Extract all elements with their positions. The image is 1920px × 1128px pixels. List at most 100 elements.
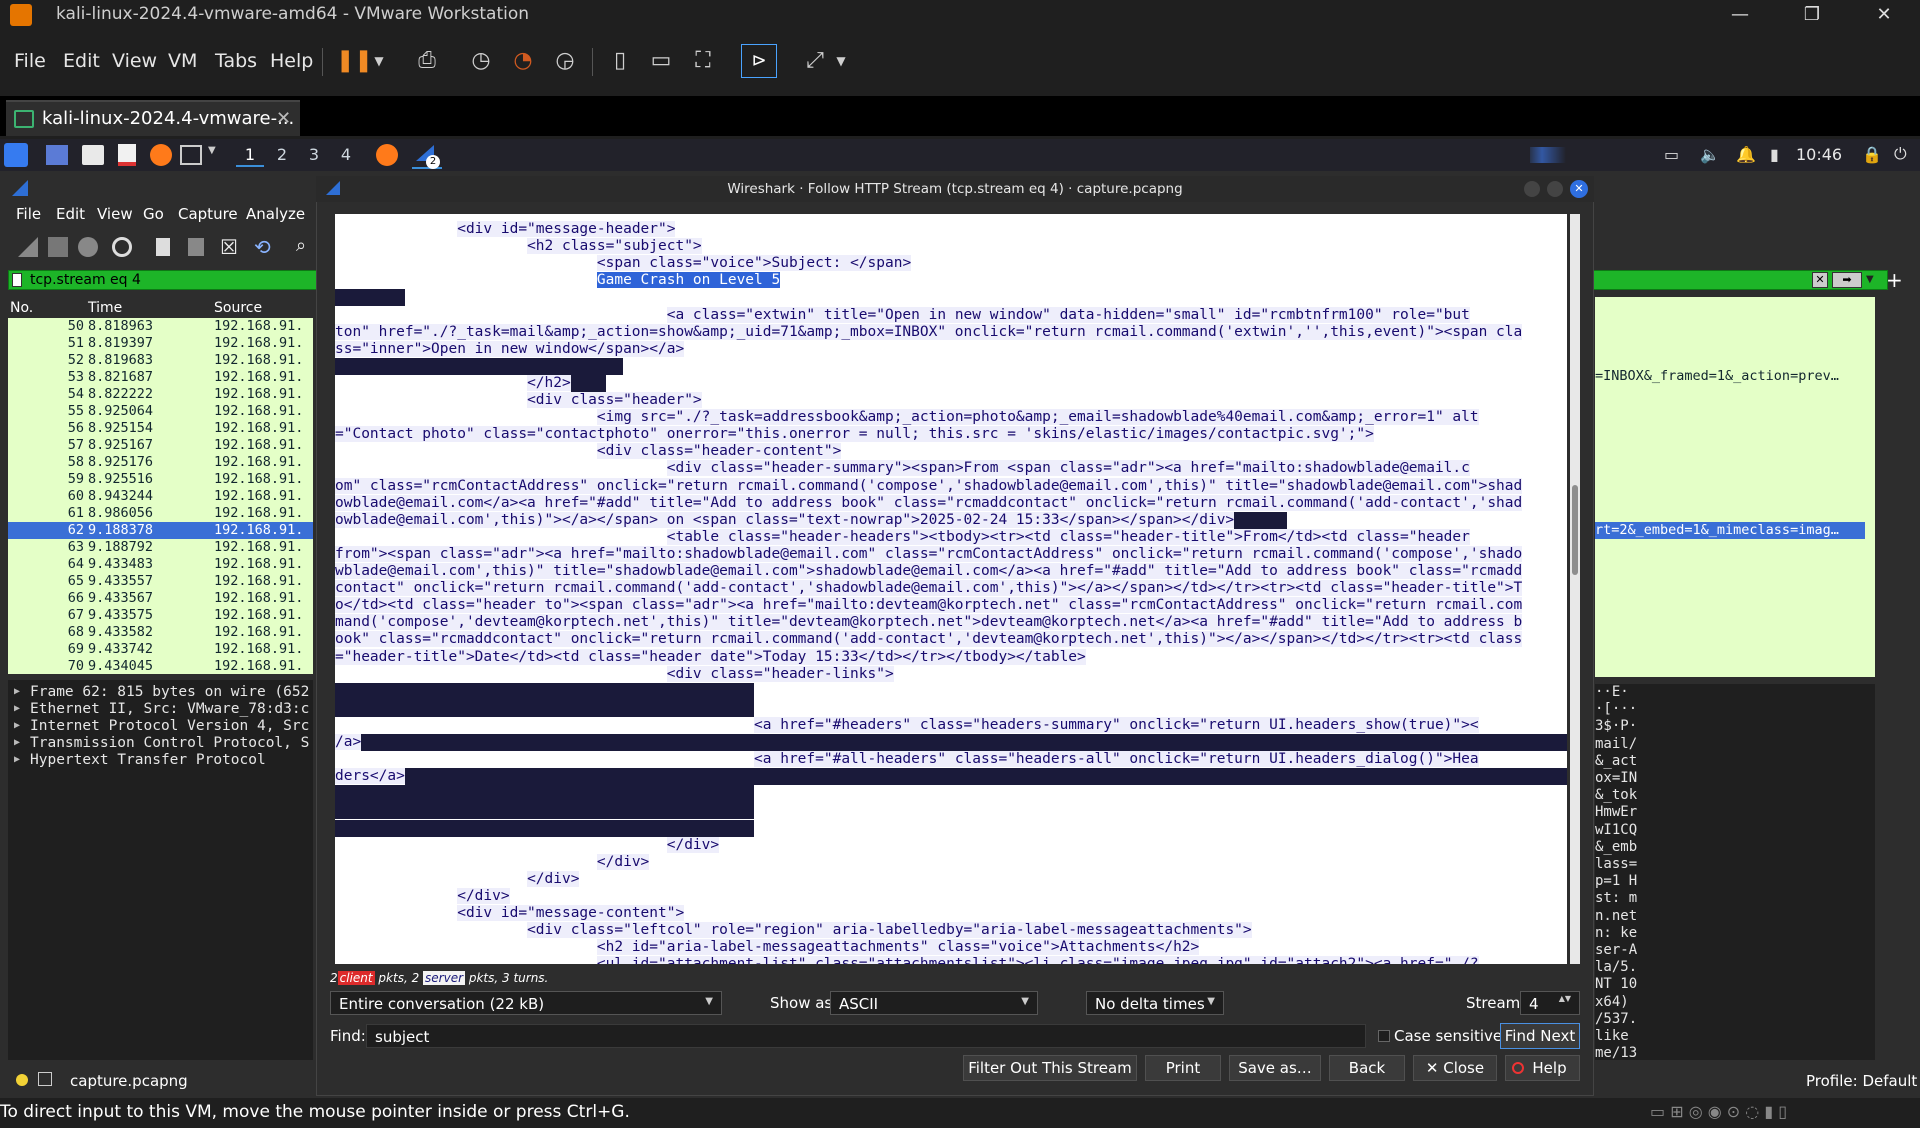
power-icon[interactable]: ⏻ xyxy=(1894,144,1907,164)
close-button[interactable]: ✕ Close xyxy=(1413,1055,1497,1081)
packet-row[interactable]: 70 9.434045 192.168.91. xyxy=(8,658,313,674)
spin-arrows-icon[interactable]: ▲▼ xyxy=(1559,994,1571,1003)
display-icon[interactable]: ▭ xyxy=(1664,145,1679,164)
packet-row[interactable]: 54 8.822222 192.168.91. xyxy=(8,386,313,403)
clear-filter-icon[interactable]: ✕ xyxy=(1812,272,1828,288)
dialog-close-icon[interactable]: ✕ xyxy=(1570,180,1588,198)
capture-options-icon[interactable] xyxy=(112,237,132,257)
packet-row[interactable]: 61 8.986056 192.168.91. xyxy=(8,505,313,522)
reload-file-icon[interactable]: ⟲ xyxy=(254,235,271,259)
packet-row[interactable]: 69 9.433742 192.168.91. xyxy=(8,641,313,658)
expand-arrow-icon[interactable]: ▶ xyxy=(14,703,20,714)
dialog-maximize-icon[interactable] xyxy=(1547,181,1563,197)
notification-icon[interactable]: 🔔 xyxy=(1736,145,1756,164)
terminal-dropdown-icon[interactable]: ▼ xyxy=(208,145,216,156)
packet-list[interactable]: 50 8.818963 192.168.91. 51 8.819397 192.168.9… xyxy=(8,318,313,674)
detail-http[interactable]: Hypertext Transfer Protocol xyxy=(30,752,266,768)
capture-comment-icon[interactable] xyxy=(38,1072,52,1086)
menu-help[interactable]: Help xyxy=(270,50,313,72)
ws-menu-file[interactable]: File xyxy=(16,205,41,223)
stream-number-spinbox[interactable]: 4 ▲▼ xyxy=(1520,991,1580,1015)
firefox-task-icon[interactable] xyxy=(376,144,398,166)
thumbnail-bar-icon[interactable]: ▭ xyxy=(646,46,676,76)
send-ctrl-alt-del-icon[interactable]: ⎙ xyxy=(412,46,442,76)
help-button[interactable]: Help xyxy=(1505,1055,1580,1081)
restart-capture-icon[interactable] xyxy=(78,237,98,257)
column-source[interactable]: Source xyxy=(214,300,262,316)
wireshark-task-icon[interactable]: 2 xyxy=(412,141,442,169)
delta-times-select[interactable]: No delta times ▼ xyxy=(1086,991,1224,1015)
packet-row[interactable]: 57 8.925167 192.168.91. xyxy=(8,437,313,454)
packet-row[interactable]: 53 8.821687 192.168.91. xyxy=(8,369,313,386)
restore-button[interactable]: ❐ xyxy=(1784,0,1840,30)
text-editor-icon[interactable] xyxy=(118,144,136,166)
library-icon[interactable]: ▯ xyxy=(605,46,635,76)
close-tab-icon[interactable]: ✕ xyxy=(276,108,291,129)
workspace-3[interactable]: 3 xyxy=(300,143,328,167)
packet-list-info-pane[interactable] xyxy=(1595,297,1875,677)
open-file-icon[interactable] xyxy=(156,238,170,256)
detail-frame[interactable]: Frame 62: 815 bytes on wire (652 xyxy=(30,684,309,700)
ws-menu-view[interactable]: View xyxy=(97,205,133,223)
packet-row[interactable]: 63 9.188792 192.168.91. xyxy=(8,539,313,556)
packet-row[interactable]: 59 8.925516 192.168.91. xyxy=(8,471,313,488)
detail-tcp[interactable]: Transmission Control Protocol, S xyxy=(30,735,309,751)
terminal-icon[interactable] xyxy=(180,145,202,165)
packet-row[interactable]: 68 9.433582 192.168.91. xyxy=(8,624,313,641)
expand-arrow-icon[interactable]: ▶ xyxy=(14,720,20,731)
minimize-button[interactable]: — xyxy=(1712,0,1768,30)
battery-icon[interactable]: ▮ xyxy=(1770,145,1779,164)
column-time[interactable]: Time xyxy=(88,300,122,316)
snapshot-manager-icon[interactable]: ◶ xyxy=(550,46,580,76)
console-view-icon[interactable]: ⊳ xyxy=(741,44,777,78)
detail-ip[interactable]: Internet Protocol Version 4, Src xyxy=(30,718,309,734)
stop-capture-icon[interactable] xyxy=(48,237,68,257)
packet-row[interactable]: 56 8.925154 192.168.91. xyxy=(8,420,313,437)
packet-row[interactable]: 66 9.433567 192.168.91. xyxy=(8,590,313,607)
file-manager-icon[interactable] xyxy=(82,145,104,165)
close-window-button[interactable]: ✕ xyxy=(1856,0,1912,30)
save-as-button[interactable]: Save as… xyxy=(1229,1055,1321,1081)
packet-row[interactable]: 55 8.925064 192.168.91. xyxy=(8,403,313,420)
menu-view[interactable]: View xyxy=(112,50,157,72)
workspace-4[interactable]: 4 xyxy=(332,143,360,167)
menu-tabs[interactable]: Tabs xyxy=(215,50,257,72)
find-next-button[interactable]: Find Next xyxy=(1500,1023,1580,1049)
menu-vm[interactable]: VM xyxy=(168,50,197,72)
ws-menu-analyze[interactable]: Analyze xyxy=(246,205,305,223)
expand-arrow-icon[interactable]: ▶ xyxy=(14,737,20,748)
kali-menu-icon[interactable] xyxy=(4,143,28,167)
print-button[interactable]: Print xyxy=(1145,1055,1221,1081)
snapshot-icon[interactable]: ◷ xyxy=(466,46,496,76)
clock[interactable]: 10:46 xyxy=(1796,145,1842,164)
add-filter-button-icon[interactable]: + xyxy=(1886,268,1903,292)
pause-dropdown-icon[interactable]: ▼ xyxy=(364,46,394,76)
packet-bytes-pane[interactable]: ··E· ·[··· 3$·P· mail/&_act ox=IN &_tok HmwEr w… xyxy=(1595,684,1875,1060)
column-no[interactable]: No. xyxy=(10,300,33,316)
conversation-select[interactable]: Entire conversation (22 kB) ▼ xyxy=(330,991,722,1015)
case-sensitive-checkbox[interactable] xyxy=(1378,1030,1390,1042)
stretch-dropdown-icon[interactable]: ▼ xyxy=(826,46,856,76)
full-screen-icon[interactable]: ⛶ xyxy=(688,46,718,76)
apply-filter-icon[interactable]: ➡ xyxy=(1832,272,1862,288)
display-filter-input[interactable]: tcp.stream eq 4 xyxy=(30,272,141,288)
filter-history-icon[interactable]: ▼ xyxy=(1866,274,1874,285)
workspace-2[interactable]: 2 xyxy=(268,143,296,167)
packet-row[interactable]: 58 8.925176 192.168.91. xyxy=(8,454,313,471)
save-file-icon[interactable] xyxy=(188,238,204,256)
packet-row[interactable]: 60 8.943244 192.168.91. xyxy=(8,488,313,505)
ws-menu-go[interactable]: Go xyxy=(143,205,164,223)
filter-out-stream-button[interactable]: Filter Out This Stream xyxy=(963,1055,1137,1081)
stream-text-area[interactable]: <div id="message-header"> <h2 class="sub… xyxy=(335,214,1567,964)
packet-row[interactable]: 64 9.433483 192.168.91. xyxy=(8,556,313,573)
firefox-icon[interactable] xyxy=(150,144,172,166)
status-profile[interactable]: Profile: Default xyxy=(1806,1072,1917,1090)
dialog-minimize-icon[interactable] xyxy=(1524,181,1540,197)
expert-info-icon[interactable] xyxy=(16,1074,28,1086)
packet-row[interactable]: 50 8.818963 192.168.91. xyxy=(8,318,313,335)
lock-icon[interactable]: 🔒 xyxy=(1862,145,1882,164)
packet-row[interactable]: 51 8.819397 192.168.91. xyxy=(8,335,313,352)
start-capture-icon[interactable] xyxy=(18,237,38,257)
vm-tab[interactable]: kali-linux-2024.4-vmware-... ✕ xyxy=(6,100,300,136)
find-packet-icon[interactable]: ⌕ xyxy=(296,235,306,256)
